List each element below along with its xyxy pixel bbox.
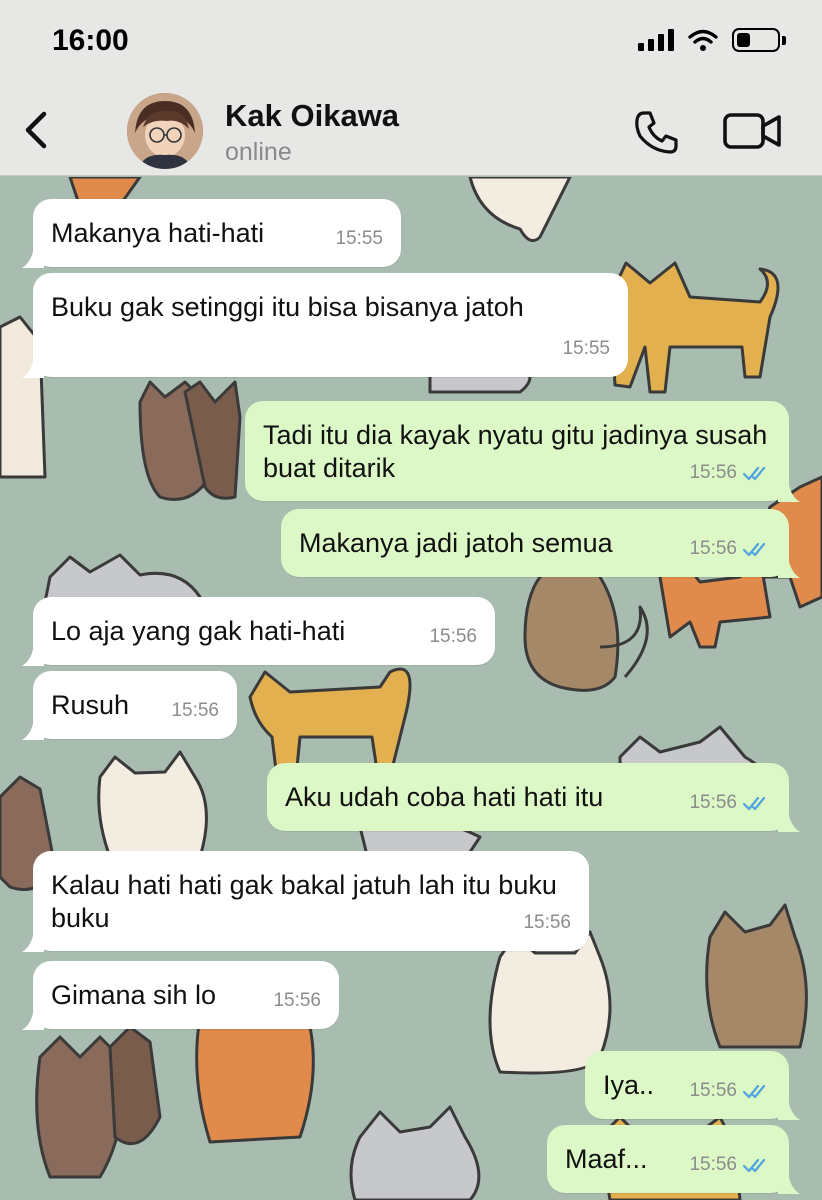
- battery-icon: [732, 28, 786, 52]
- message-time: 15:56: [689, 538, 737, 559]
- message-text: Makanya hati-hati: [51, 218, 265, 248]
- message-meta: 15:56: [523, 906, 571, 939]
- message-meta: 15:55: [562, 332, 610, 365]
- message-time: 15:56: [689, 462, 737, 483]
- contact-status: online: [225, 138, 292, 166]
- status-bar: 16:00: [0, 0, 822, 86]
- message-time: 15:55: [562, 338, 610, 359]
- message-text: Kalau hati hati gak bakal jatuh lah itu …: [51, 870, 557, 933]
- outgoing-message[interactable]: Maaf... 15:56: [547, 1125, 800, 1194]
- contact-name[interactable]: Kak Oikawa: [225, 98, 399, 134]
- outgoing-message[interactable]: Iya.. 15:56: [585, 1051, 800, 1120]
- message-meta: 15:56: [689, 532, 771, 565]
- message-text: Gimana sih lo: [51, 980, 217, 1010]
- double-check-icon: [743, 542, 766, 556]
- message-text: Lo aja yang gak hati-hati: [51, 616, 346, 646]
- message-time: 15:56: [689, 1154, 737, 1175]
- message-time: 15:56: [273, 990, 321, 1011]
- double-check-icon: [743, 1084, 766, 1098]
- message-meta: 15:56: [429, 620, 477, 653]
- message-time: 15:56: [689, 1080, 737, 1101]
- double-check-icon: [743, 1158, 766, 1172]
- bubble-tail: [22, 246, 44, 268]
- bubble-tail: [22, 356, 44, 378]
- bubble-tail: [22, 718, 44, 740]
- incoming-message[interactable]: Buku gak setinggi itu bisa bisanya jatoh…: [22, 273, 628, 378]
- wifi-icon: [688, 29, 718, 51]
- battery-level-fill: [737, 33, 751, 47]
- incoming-message[interactable]: Makanya hati-hati 15:55: [22, 199, 401, 268]
- bubble-tail: [778, 810, 800, 832]
- avatar-portrait-icon: [127, 93, 203, 169]
- status-icons: [638, 28, 786, 52]
- message-meta: 15:56: [273, 984, 321, 1017]
- outgoing-message[interactable]: Makanya jadi jatoh semua 15:56: [281, 509, 800, 578]
- incoming-message[interactable]: Lo aja yang gak hati-hati 15:56: [22, 597, 495, 666]
- message-text: Maaf...: [565, 1144, 648, 1174]
- message-time: 15:56: [689, 792, 737, 813]
- bubble-tail: [22, 1008, 44, 1030]
- bubble-tail: [778, 1098, 800, 1120]
- outgoing-message[interactable]: Tadi itu dia kayak nyatu gitu jadinya su…: [245, 401, 800, 502]
- bubble-tail: [778, 1172, 800, 1194]
- signal-icon: [638, 29, 674, 51]
- video-camera-icon[interactable]: [722, 111, 782, 151]
- phone-icon[interactable]: [632, 108, 680, 156]
- message-meta: 15:56: [171, 694, 219, 727]
- message-meta: 15:55: [335, 222, 383, 255]
- double-check-icon: [743, 466, 766, 480]
- message-time: 15:56: [429, 626, 477, 647]
- chat-header: Kak Oikawa online: [0, 86, 822, 176]
- message-time: 15:56: [523, 912, 571, 933]
- bubble-tail: [778, 480, 800, 502]
- message-time: 15:55: [335, 228, 383, 249]
- message-text: Buku gak setinggi itu bisa bisanya jatoh: [51, 292, 524, 322]
- incoming-message[interactable]: Gimana sih lo 15:56: [22, 961, 339, 1030]
- message-text: Iya..: [603, 1070, 655, 1100]
- message-text: Aku udah coba hati hati itu: [285, 782, 604, 812]
- incoming-message[interactable]: Rusuh 15:56: [22, 671, 237, 740]
- bubble-tail: [778, 556, 800, 578]
- message-meta: 15:56: [689, 456, 771, 489]
- message-meta: 15:56: [689, 786, 771, 819]
- back-button[interactable]: [16, 106, 56, 154]
- message-meta: 15:56: [689, 1074, 771, 1107]
- outgoing-message[interactable]: Aku udah coba hati hati itu 15:56: [267, 763, 800, 832]
- chat-area[interactable]: Makanya hati-hati 15:55 Buku gak setinggi …: [0, 177, 822, 1200]
- incoming-message[interactable]: Kalau hati hati gak bakal jatuh lah itu …: [22, 851, 589, 952]
- avatar[interactable]: [127, 93, 203, 169]
- bubble-tail: [22, 644, 44, 666]
- status-time: 16:00: [52, 24, 129, 57]
- message-meta: 15:56: [689, 1148, 771, 1181]
- message-text: Makanya jadi jatoh semua: [299, 528, 613, 558]
- message-text: Rusuh: [51, 690, 130, 720]
- double-check-icon: [743, 796, 766, 810]
- bubble-tail: [22, 930, 44, 952]
- message-time: 15:56: [171, 700, 219, 721]
